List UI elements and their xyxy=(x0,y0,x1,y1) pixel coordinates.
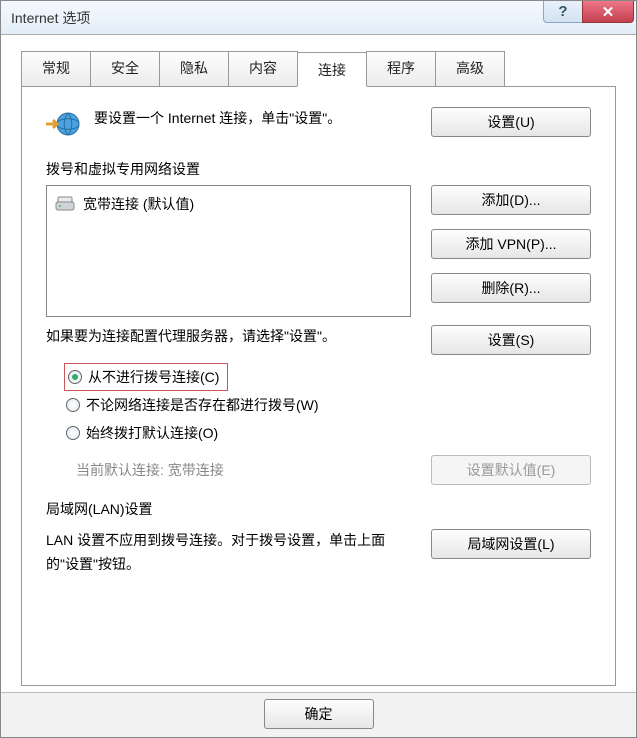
tab-connections[interactable]: 连接 xyxy=(297,52,367,87)
tab-advanced[interactable]: 高级 xyxy=(435,51,505,86)
window-title: Internet 选项 xyxy=(11,8,90,28)
dialog-window: Internet 选项 ? ✕ 常规 安全 隐私 内容 连接 程序 高级 xyxy=(0,0,637,738)
ok-button[interactable]: 确定 xyxy=(264,699,374,729)
add-button[interactable]: 添加(D)... xyxy=(431,185,591,215)
dialup-section-title: 拨号和虚拟专用网络设置 xyxy=(46,159,591,179)
tab-strip: 常规 安全 隐私 内容 连接 程序 高级 xyxy=(21,51,616,87)
titlebar: Internet 选项 ? ✕ xyxy=(1,1,636,35)
list-item-label: 宽带连接 (默认值) xyxy=(83,194,194,214)
setup-text: 要设置一个 Internet 连接，单击"设置"。 xyxy=(94,107,417,131)
proxy-row: 如果要为连接配置代理服务器，请选择"设置"。 设置(S) xyxy=(46,325,591,355)
tab-general[interactable]: 常规 xyxy=(21,51,91,86)
radio-icon xyxy=(66,398,80,412)
titlebar-buttons: ? ✕ xyxy=(544,1,634,23)
dialog-footer: 确定 xyxy=(1,692,636,737)
radio-icon xyxy=(68,370,82,384)
lan-settings-button[interactable]: 局域网设置(L) xyxy=(431,529,591,559)
radio-never-dial[interactable]: 从不进行拨号连接(C) xyxy=(64,363,228,391)
set-default-button: 设置默认值(E) xyxy=(431,455,591,485)
dialup-list-row: 宽带连接 (默认值) 添加(D)... 添加 VPN(P)... 删除(R)..… xyxy=(46,185,591,317)
lan-row: LAN 设置不应用到拨号连接。对于拨号设置，单击上面的"设置"按钮。 局域网设置… xyxy=(46,529,591,577)
radio-label: 始终拨打默认连接(O) xyxy=(86,423,218,443)
tab-content[interactable]: 内容 xyxy=(228,51,298,86)
connections-listbox[interactable]: 宽带连接 (默认值) xyxy=(46,185,411,317)
radio-always-dial[interactable]: 始终拨打默认连接(O) xyxy=(64,419,591,447)
tab-programs[interactable]: 程序 xyxy=(366,51,436,86)
tab-panel-connections: 要设置一个 Internet 连接，单击"设置"。 设置(U) 拨号和虚拟专用网… xyxy=(21,87,616,686)
globe-arrow-icon xyxy=(46,107,80,141)
list-item[interactable]: 宽带连接 (默认值) xyxy=(53,192,404,216)
lan-text: LAN 设置不应用到拨号连接。对于拨号设置，单击上面的"设置"按钮。 xyxy=(46,529,411,577)
dial-radio-group: 从不进行拨号连接(C) 不论网络连接是否存在都进行拨号(W) 始终拨打默认连接(… xyxy=(64,363,591,447)
default-connection-row: 当前默认连接: 宽带连接 设置默认值(E) xyxy=(76,455,591,485)
proxy-settings-button[interactable]: 设置(S) xyxy=(431,325,591,355)
radio-icon xyxy=(66,426,80,440)
radio-label: 从不进行拨号连接(C) xyxy=(88,367,219,387)
proxy-text: 如果要为连接配置代理服务器，请选择"设置"。 xyxy=(46,325,411,355)
lan-section-title: 局域网(LAN)设置 xyxy=(46,499,591,519)
setup-row: 要设置一个 Internet 连接，单击"设置"。 设置(U) xyxy=(46,107,591,141)
dialup-buttons: 添加(D)... 添加 VPN(P)... 删除(R)... xyxy=(431,185,591,303)
current-default-label: 当前默认连接: 宽带连接 xyxy=(76,460,224,480)
modem-icon xyxy=(55,196,75,212)
remove-button[interactable]: 删除(R)... xyxy=(431,273,591,303)
setup-button[interactable]: 设置(U) xyxy=(431,107,591,137)
radio-label: 不论网络连接是否存在都进行拨号(W) xyxy=(86,395,319,415)
tab-security[interactable]: 安全 xyxy=(90,51,160,86)
close-button[interactable]: ✕ xyxy=(582,1,634,23)
tab-privacy[interactable]: 隐私 xyxy=(159,51,229,86)
radio-dial-whenever[interactable]: 不论网络连接是否存在都进行拨号(W) xyxy=(64,391,591,419)
add-vpn-button[interactable]: 添加 VPN(P)... xyxy=(431,229,591,259)
help-button[interactable]: ? xyxy=(543,1,583,23)
content-area: 常规 安全 隐私 内容 连接 程序 高级 要设置一个 Internet 连接，单… xyxy=(1,35,636,692)
